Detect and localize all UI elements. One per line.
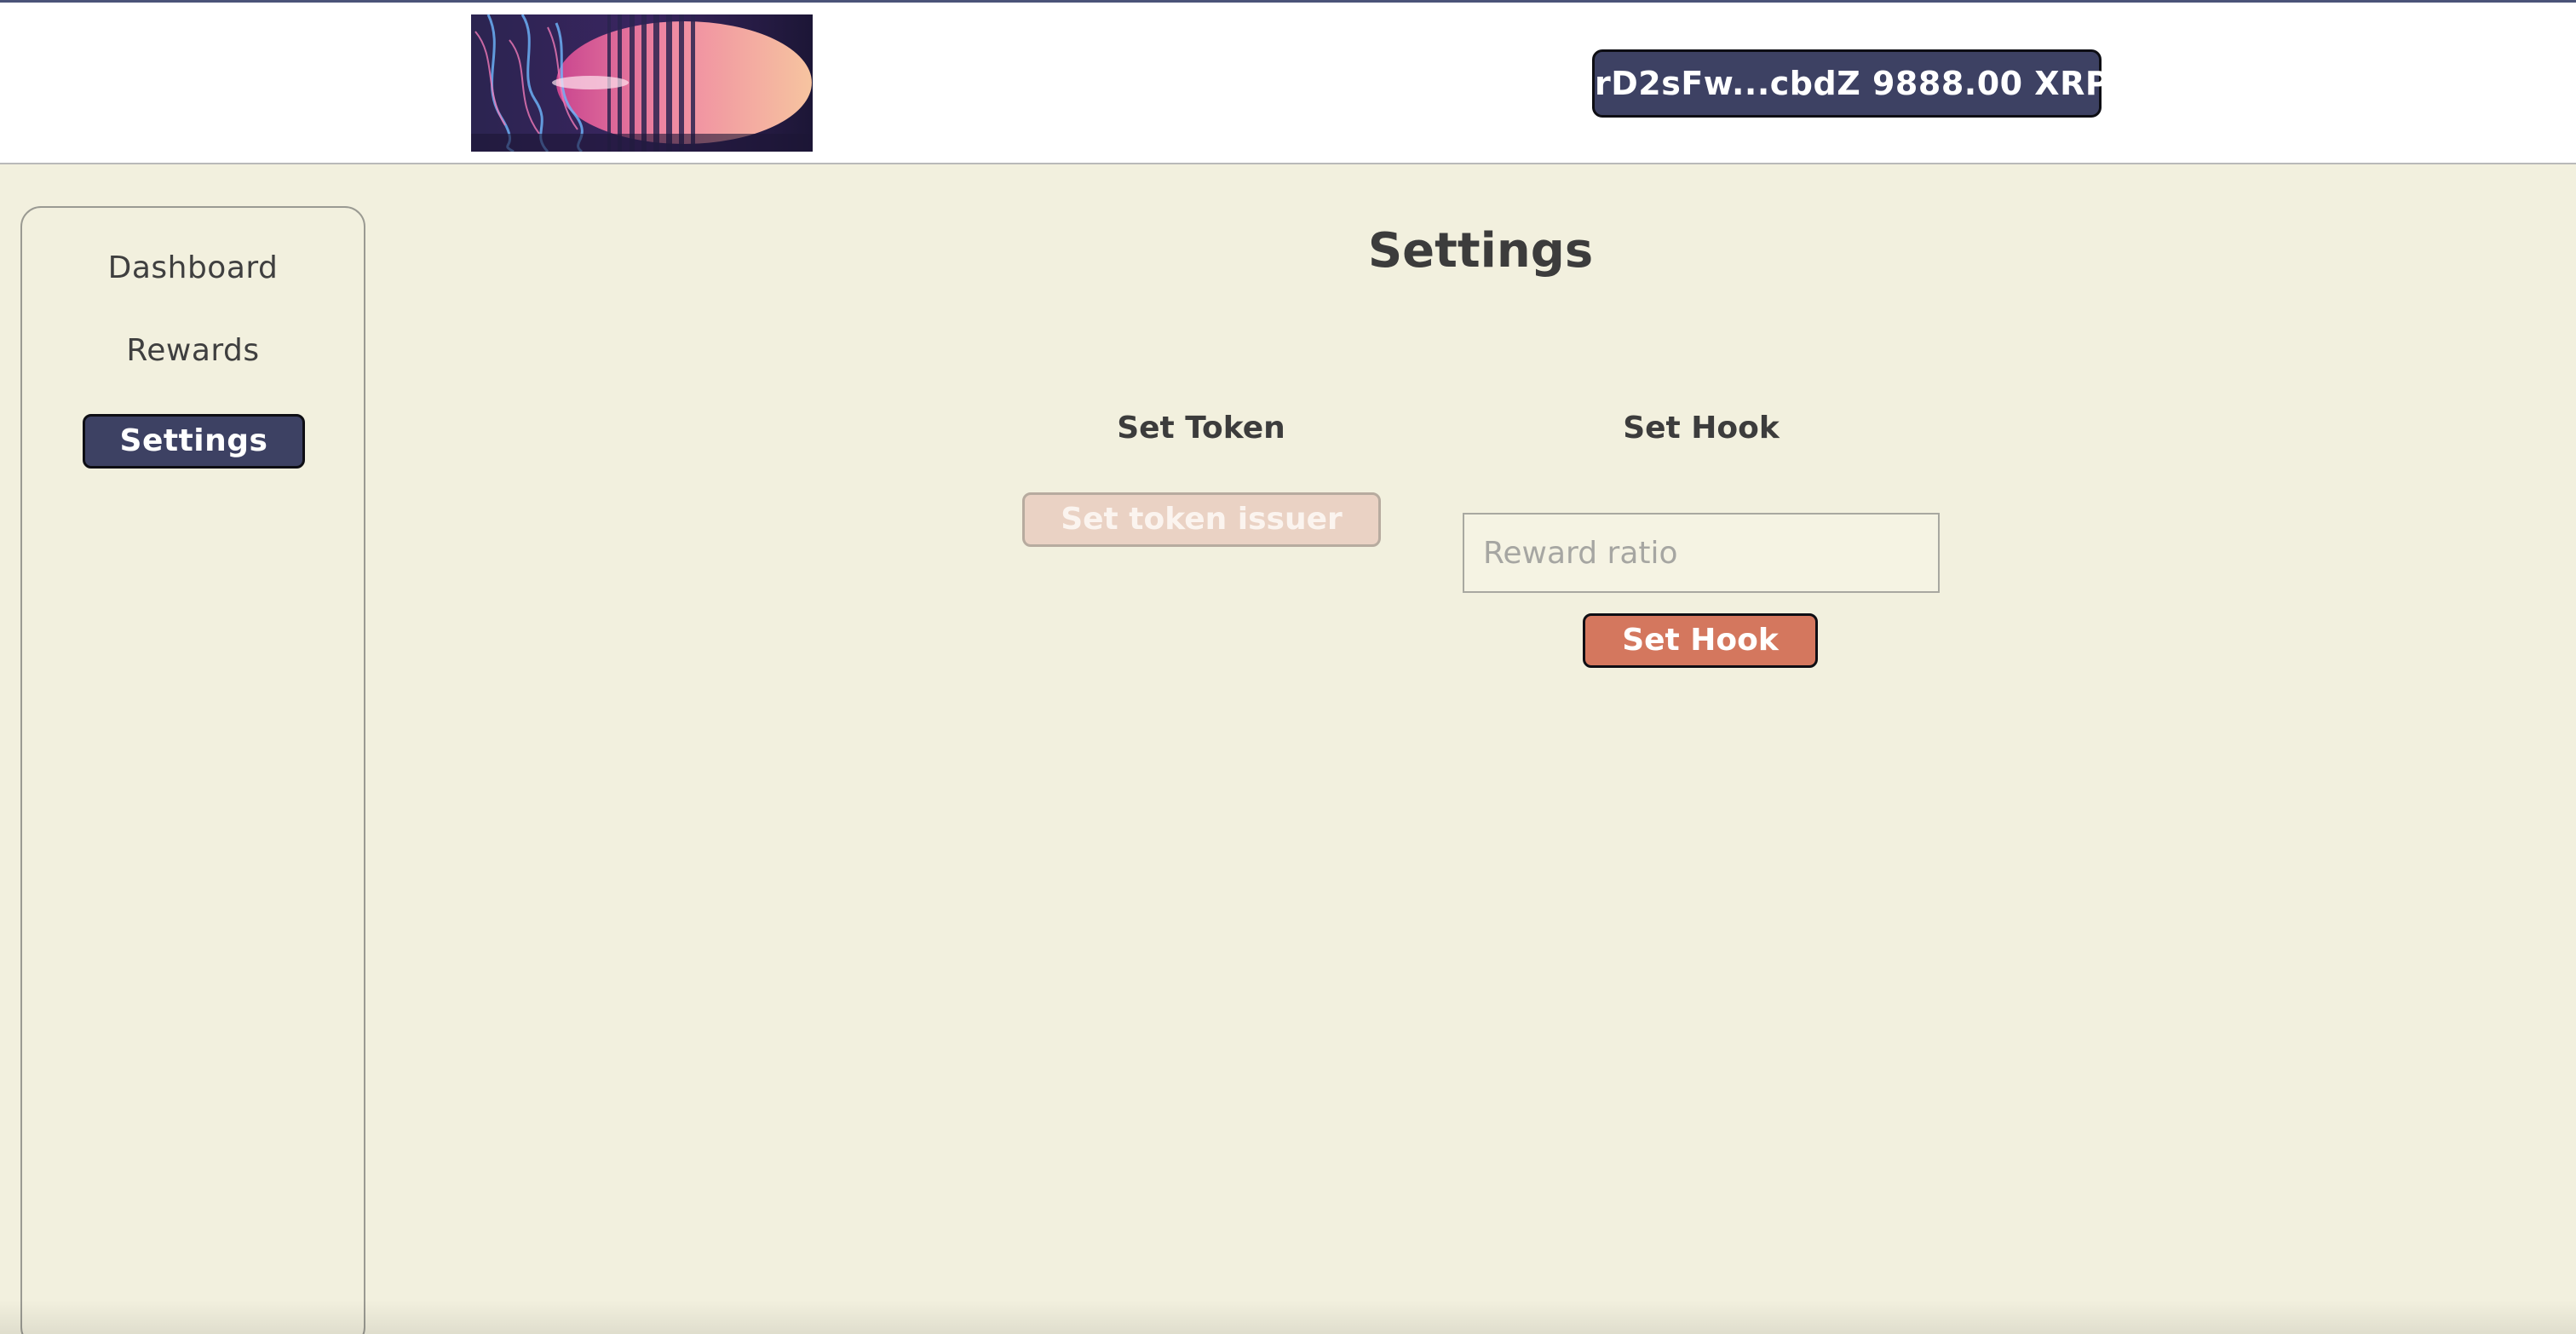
bottom-shadow [0, 1300, 2576, 1334]
sidebar-item-dashboard[interactable]: Dashboard [22, 250, 364, 285]
reward-ratio-input[interactable] [1463, 513, 1940, 593]
sidebar-item-rewards[interactable]: Rewards [22, 333, 364, 368]
set-token-issuer-button[interactable]: Set token issuer [1022, 492, 1381, 547]
sidebar-item-settings[interactable]: Settings [83, 414, 305, 469]
synthwave-logo-icon [471, 14, 813, 152]
set-token-heading: Set Token [1117, 411, 1285, 446]
sidebar: Dashboard Rewards Settings [20, 206, 365, 1334]
wallet-balance-button[interactable]: rD2sFw...cbdZ 9888.00 XRP [1592, 49, 2109, 118]
top-header: rD2sFw...cbdZ 9888.00 XRP [0, 3, 2576, 164]
set-hook-button[interactable]: Set Hook [1583, 613, 1818, 668]
app-logo[interactable] [471, 14, 813, 152]
page-title: Settings [1367, 223, 1594, 279]
set-hook-heading: Set Hook [1623, 411, 1780, 446]
